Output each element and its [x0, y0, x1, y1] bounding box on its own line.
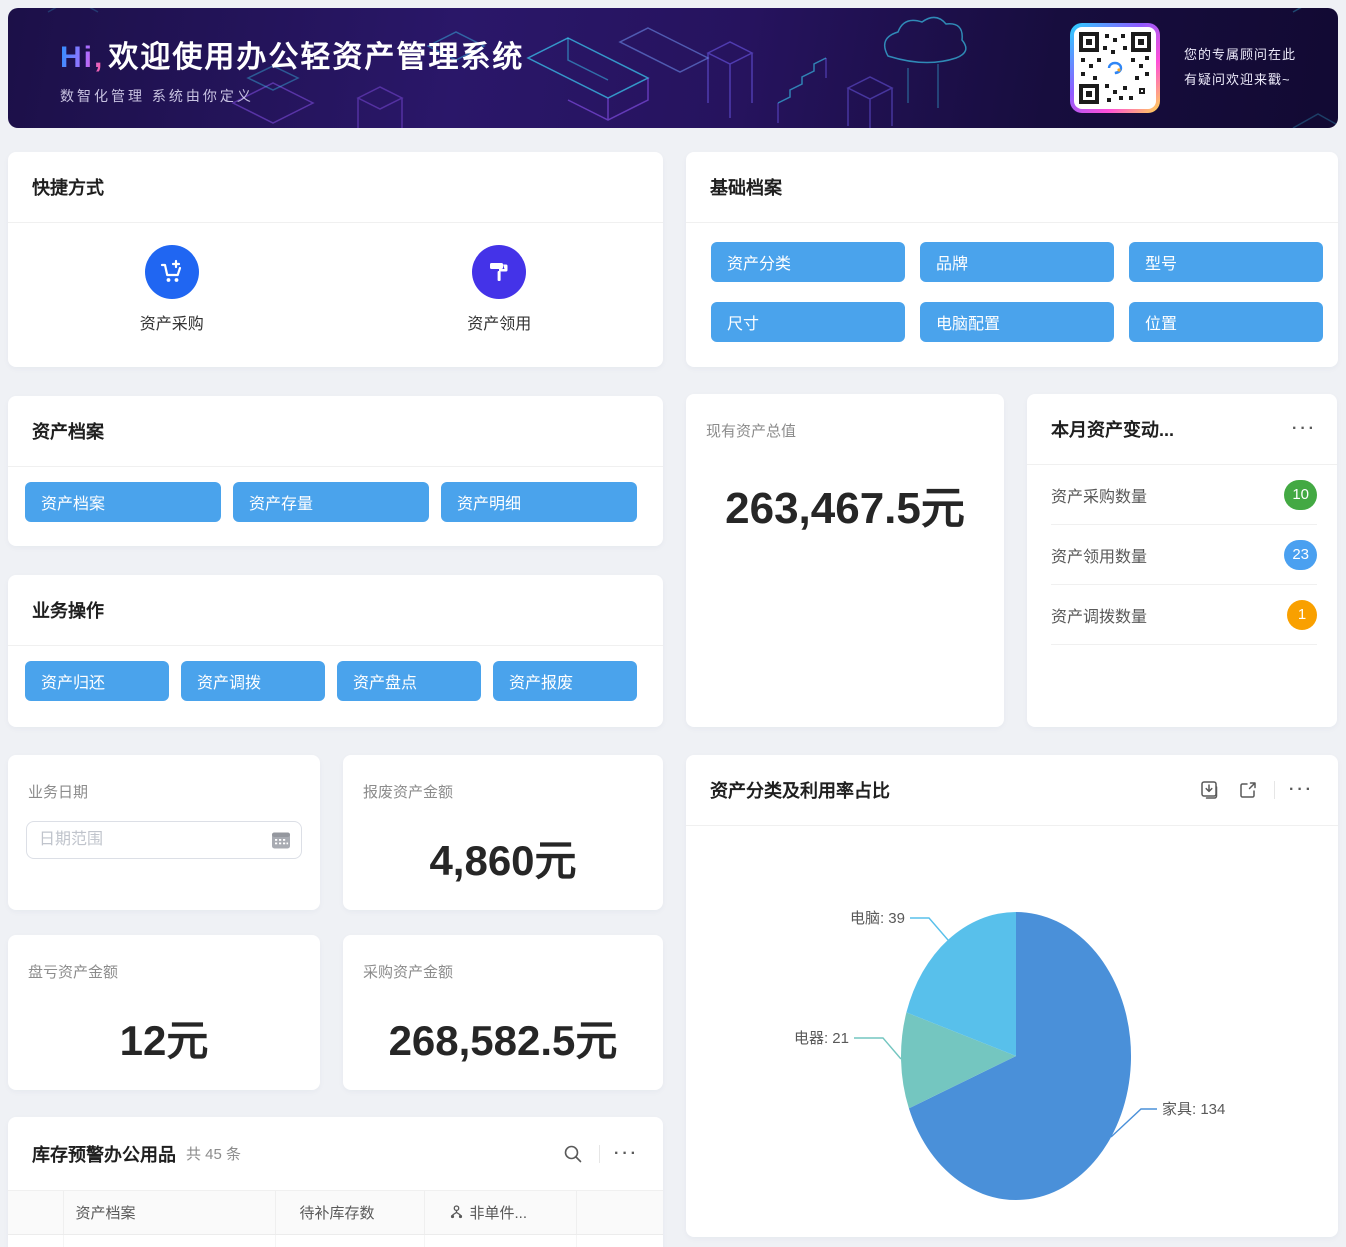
divider	[1274, 781, 1275, 799]
pie-chart: 家具: 134 电器: 21 电脑: 39	[686, 826, 1338, 1237]
asset-stock-button[interactable]: 资产存量	[233, 482, 429, 522]
total-asset-value: 263,467.5元	[686, 472, 1004, 536]
pie-label-line	[854, 1038, 901, 1059]
monthly-row-label: 资产调拨数量	[1051, 603, 1287, 627]
dashboard-page: Hi,欢迎使用办公轻资产管理系统 数智化管理 系统由你定义	[0, 8, 1346, 1247]
table-row[interactable]	[8, 1234, 663, 1247]
asset-category-chart-card: 资产分类及利用率占比	[686, 755, 1338, 1237]
count-badge: 1	[1287, 600, 1317, 630]
table-header-row: 资产档案 待补库存数	[8, 1191, 663, 1234]
divider	[599, 1145, 600, 1163]
link-field-icon	[449, 1205, 464, 1220]
banner-title: Hi,欢迎使用办公轻资产管理系统	[60, 32, 524, 76]
monthly-row-transfer: 资产调拨数量 1	[1051, 585, 1317, 645]
business-ops-title: 业务操作	[32, 597, 104, 623]
hi-greeting: Hi,	[60, 41, 104, 74]
table-header-empty2	[576, 1191, 663, 1234]
loss-amount-label: 盘亏资产金额	[28, 961, 118, 982]
pie-label-line	[910, 918, 948, 940]
table-header-empty	[8, 1191, 63, 1234]
pie-label: 家具: 134	[1162, 1101, 1225, 1118]
business-date-card: 业务日期	[8, 755, 320, 910]
welcome-banner: Hi,欢迎使用办公轻资产管理系统 数智化管理 系统由你定义	[8, 8, 1338, 128]
shortcut-asset-receive[interactable]: 资产领用	[336, 245, 664, 334]
banner-subtitle: 数智化管理 系统由你定义	[60, 86, 524, 106]
shortcut-asset-purchase[interactable]: 资产采购	[8, 245, 336, 334]
purchase-amount-card: 采购资产金额 268,582.5元	[343, 935, 663, 1090]
more-menu-icon[interactable]: ···	[1292, 421, 1317, 437]
more-menu-icon[interactable]: ···	[1289, 782, 1314, 798]
monthly-changes-card: 本月资产变动... ··· 资产采购数量 10 资产领用数量 23 资产调拨	[1027, 394, 1337, 727]
table-header-restock: 待补库存数	[275, 1191, 424, 1234]
business-ops-card: 业务操作 资产归还 资产调拨 资产盘点 资产报废	[8, 575, 663, 727]
computer-config-button[interactable]: 电脑配置	[920, 302, 1114, 342]
banner-qr-block: 您的专属顾问在此 有疑问欢迎来戳~	[1070, 8, 1296, 128]
asset-category-button[interactable]: 资产分类	[711, 242, 905, 282]
qr-code	[1070, 23, 1160, 113]
monthly-row-label: 资产采购数量	[1051, 483, 1284, 507]
scrap-amount-value: 4,860元	[343, 827, 663, 888]
cart-plus-icon	[158, 258, 186, 286]
shortcuts-title: 快捷方式	[32, 174, 104, 200]
monthly-changes-title: 本月资产变动...	[1051, 416, 1174, 442]
asset-inventory-button[interactable]: 资产盘点	[337, 661, 481, 701]
banner-text: Hi,欢迎使用办公轻资产管理系统 数智化管理 系统由你定义	[60, 32, 524, 106]
date-range-input[interactable]	[26, 821, 302, 859]
qr-caption: 您的专属顾问在此 有疑问欢迎来戳~	[1184, 43, 1296, 92]
table-header-asset: 资产档案	[63, 1191, 275, 1234]
pie-label: 电脑: 39	[850, 910, 905, 927]
base-archives-title: 基础档案	[710, 174, 782, 200]
shortcuts-card: 快捷方式	[8, 152, 663, 367]
location-button[interactable]: 位置	[1129, 302, 1323, 342]
purchase-amount-value: 268,582.5元	[343, 1007, 663, 1068]
brand-button[interactable]: 品牌	[920, 242, 1114, 282]
size-button[interactable]: 尺寸	[711, 302, 905, 342]
qr-caption-line2: 有疑问欢迎来戳~	[1184, 68, 1296, 93]
count-badge: 10	[1284, 480, 1317, 510]
purchase-amount-label: 采购资产金额	[363, 961, 453, 982]
banner-title-text: 欢迎使用办公轻资产管理系统	[108, 41, 524, 74]
business-date-label: 业务日期	[28, 781, 88, 802]
scrap-amount-card: 报废资产金额 4,860元	[343, 755, 663, 910]
qr-code-image	[1079, 32, 1151, 104]
inventory-warning-card: 库存预警办公用品 共 45 条 ···	[8, 1117, 663, 1247]
asset-detail-button[interactable]: 资产明细	[441, 482, 637, 522]
calendar-icon	[271, 830, 291, 850]
monthly-row-purchase: 资产采购数量 10	[1051, 465, 1317, 525]
loss-amount-value: 12元	[8, 1007, 320, 1068]
total-asset-value-label: 现有资产总值	[706, 420, 796, 441]
download-icon[interactable]	[1198, 778, 1222, 802]
asset-archives-button[interactable]: 资产档案	[25, 482, 221, 522]
open-external-icon[interactable]	[1236, 778, 1260, 802]
shortcut-label: 资产采购	[140, 310, 204, 334]
inventory-table: 资产档案 待补库存数	[8, 1191, 663, 1247]
pie-label: 电器: 21	[794, 1030, 849, 1047]
asset-archives-title: 资产档案	[32, 418, 104, 444]
monthly-row-receive: 资产领用数量 23	[1051, 525, 1317, 585]
asset-archives-card: 资产档案 资产档案 资产存量 资产明细	[8, 396, 663, 546]
monthly-row-label: 资产领用数量	[1051, 543, 1284, 567]
inventory-count: 共 45 条	[186, 1143, 241, 1164]
inventory-warning-title: 库存预警办公用品	[32, 1141, 176, 1167]
loss-amount-card: 盘亏资产金额 12元	[8, 935, 320, 1090]
asset-return-button[interactable]: 资产归还	[25, 661, 169, 701]
count-badge: 23	[1284, 540, 1317, 570]
asset-scrap-button[interactable]: 资产报废	[493, 661, 637, 701]
asset-transfer-button[interactable]: 资产调拨	[181, 661, 325, 701]
more-menu-icon[interactable]: ···	[614, 1146, 639, 1162]
qr-caption-line1: 您的专属顾问在此	[1184, 43, 1296, 68]
total-asset-value-card: 现有资产总值 263,467.5元	[686, 394, 1004, 727]
base-archives-card: 基础档案 资产分类 品牌 型号 尺寸 电脑配置 位置	[686, 152, 1338, 367]
chart-title: 资产分类及利用率占比	[710, 777, 890, 803]
table-header-nonsingle: 非单件...	[424, 1191, 576, 1234]
shortcut-label: 资产领用	[467, 310, 531, 334]
search-icon[interactable]	[561, 1142, 585, 1166]
paint-roller-icon	[486, 259, 512, 285]
model-button[interactable]: 型号	[1129, 242, 1323, 282]
scrap-amount-label: 报废资产金额	[363, 781, 453, 802]
